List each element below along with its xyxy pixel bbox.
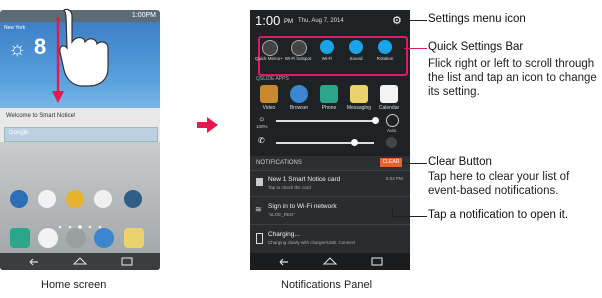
- video-icon[interactable]: [260, 85, 278, 103]
- app-icon[interactable]: [124, 190, 142, 208]
- quick-settings-callout-title: Quick Settings Bar: [428, 41, 524, 53]
- quick-settings-callout-line: [404, 48, 427, 49]
- panel-time: 1:00: [255, 13, 281, 28]
- sun-icon: ☼: [8, 38, 27, 60]
- browser-icon[interactable]: [290, 85, 308, 103]
- navigation-bar: [0, 253, 160, 270]
- app-icon[interactable]: [66, 190, 84, 208]
- qs-label-wifi: Wi-Fi: [321, 56, 333, 61]
- volume-settings-icon[interactable]: [386, 137, 397, 148]
- tap-callout-line: [392, 216, 427, 217]
- settings-gear-icon[interactable]: ⚙: [392, 14, 402, 27]
- clear-callout-desc: Tap here to clear your list of event-bas…: [428, 171, 570, 197]
- google-search-bar[interactable]: Google: [4, 127, 158, 142]
- qslide-label-video: Video: [262, 105, 276, 111]
- battery-charging-icon: [256, 233, 263, 244]
- brightness-slider[interactable]: [276, 120, 374, 122]
- auto-brightness-icon[interactable]: [386, 114, 399, 127]
- sound-icon[interactable]: [349, 40, 363, 54]
- app-icon[interactable]: [10, 190, 28, 208]
- notifications-header: NOTIFICATIONS CLEAR: [250, 156, 410, 170]
- notification-time: 5:04 PM: [386, 176, 403, 181]
- messaging-icon[interactable]: [124, 228, 144, 248]
- brightness-icon: ☼: [258, 114, 266, 123]
- notification-subtitle: Tap to check the card: [268, 185, 311, 190]
- notification-subtitle: "uLGE_REG": [268, 212, 295, 217]
- settings-callout-title: Settings menu icon: [428, 13, 526, 25]
- brightness-slider-thumb[interactable]: [372, 117, 379, 124]
- wifi-icon[interactable]: [320, 40, 334, 54]
- phone-icon[interactable]: [10, 228, 30, 248]
- qslide-label-messaging: Messaging: [346, 105, 372, 111]
- qslide-apps-header: QSLIDE APPS: [256, 76, 289, 82]
- notification-title: Charging...: [268, 231, 300, 238]
- smart-notice-icon: [256, 178, 263, 186]
- hand-gesture-icon: [59, 8, 109, 87]
- navigation-bar: [250, 253, 410, 270]
- apps-icon[interactable]: [66, 228, 86, 248]
- notifications-header-label: NOTIFICATIONS: [256, 160, 302, 166]
- app-icon[interactable]: [38, 190, 56, 208]
- qs-label-quick-memo: Quick Memo+: [255, 56, 283, 61]
- status-time: 1:00PM: [131, 12, 156, 19]
- volume-slider-thumb[interactable]: [351, 139, 358, 146]
- weather-temp-partial: 8: [34, 34, 47, 59]
- home-screen-caption: Home screen: [41, 279, 107, 291]
- weather-location: New York: [4, 25, 26, 31]
- quick-settings-callout-desc: Flick right or left to scroll through th…: [428, 58, 597, 98]
- right-arrow-icon: [197, 117, 218, 133]
- clear-button[interactable]: CLEAR: [380, 158, 402, 167]
- settings-callout-line: [402, 20, 427, 21]
- notifications-panel-caption: Notifications Panel: [281, 279, 373, 291]
- auto-brightness-label: Auto: [387, 128, 397, 133]
- contacts-icon[interactable]: [38, 228, 58, 248]
- qslide-label-phone: Phone: [321, 105, 337, 111]
- notifications-panel-phone: 1:00 PM Thu, Aug 7, 2014 ⚙ Quick Memo+ W…: [250, 10, 410, 270]
- quick-memo-icon[interactable]: [262, 40, 278, 56]
- calendar-icon[interactable]: [380, 85, 398, 103]
- notification-title: New 1 Smart Notice card: [268, 176, 341, 183]
- browser-icon[interactable]: [94, 228, 114, 248]
- rotation-icon[interactable]: [378, 40, 392, 54]
- ringtone-icon: ✆: [258, 136, 265, 145]
- messaging-icon[interactable]: [350, 85, 368, 103]
- page-indicator: [56, 216, 106, 229]
- wifi-icon: ≋: [255, 205, 262, 214]
- smart-notice-text: Welcome to Smart Notice!: [6, 113, 76, 119]
- qslide-label-browser: Browser: [289, 105, 309, 111]
- notification-item[interactable]: ≋ Sign in to Wi-Fi network "uLGE_REG": [250, 196, 410, 225]
- notification-item[interactable]: Charging... Charging slowly with charger…: [250, 224, 410, 254]
- tap-callout-title: Tap a notification to open it.: [428, 209, 569, 221]
- volume-slider[interactable]: [276, 142, 374, 144]
- panel-date: Thu, Aug 7, 2014: [298, 18, 344, 24]
- notification-title: Sign in to Wi-Fi network: [268, 203, 337, 210]
- qs-label-wifi-hotspot: Wi-Fi hotspot: [284, 56, 312, 61]
- clear-callout-line: [402, 163, 427, 164]
- qs-label-rotation: Rotation: [376, 56, 394, 61]
- qslide-label-calendar: Calendar: [378, 105, 400, 111]
- wifi-hotspot-icon[interactable]: [291, 40, 307, 56]
- panel-ampm: PM: [284, 19, 293, 25]
- qs-label-sound: Sound: [349, 56, 363, 61]
- play-store-icon[interactable]: [94, 190, 112, 208]
- google-logo: Google: [9, 130, 29, 136]
- clear-callout-title: Clear Button: [428, 156, 492, 168]
- panel-status-bar: 1:00 PM Thu, Aug 7, 2014 ⚙: [250, 10, 410, 32]
- phone-icon[interactable]: [320, 85, 338, 103]
- brightness-percent: 100%: [256, 124, 268, 129]
- notification-subtitle: Charging slowly with charger/USB. Connec…: [268, 240, 356, 245]
- notification-item[interactable]: New 1 Smart Notice card Tap to check the…: [250, 170, 410, 197]
